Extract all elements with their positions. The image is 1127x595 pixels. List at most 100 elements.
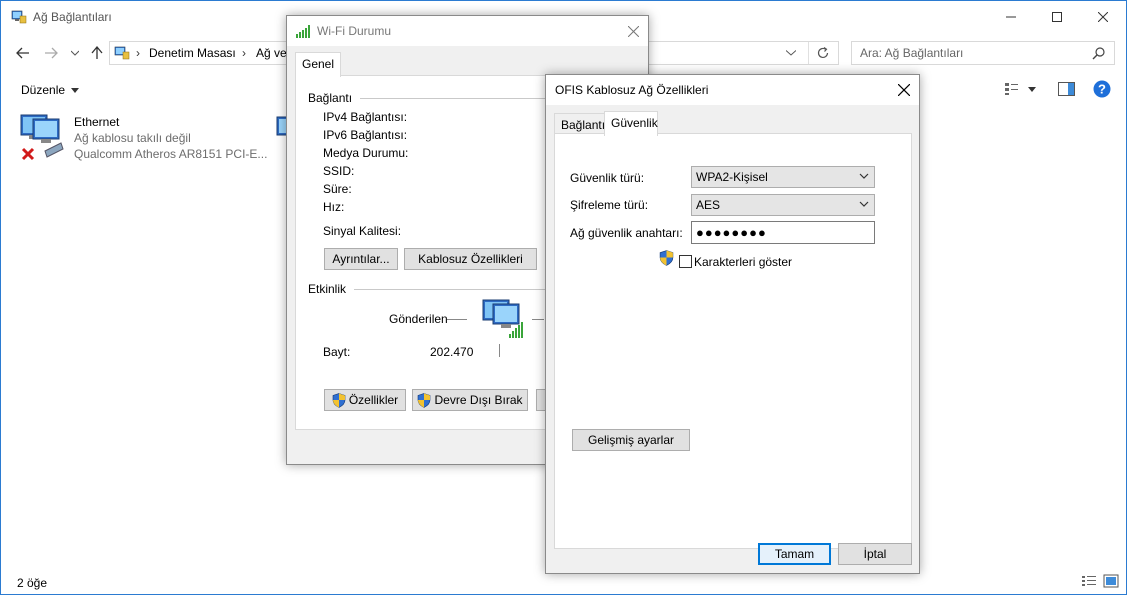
recent-locations-button[interactable] xyxy=(65,43,85,63)
refresh-icon[interactable] xyxy=(816,46,830,60)
item-adapter: Qualcomm Atheros AR8151 PCI-E... xyxy=(74,147,268,161)
ok-button[interactable]: Tamam xyxy=(758,543,831,565)
cancel-button[interactable]: İptal xyxy=(838,543,912,565)
item-status: Ağ kablosu takılı değil xyxy=(74,131,191,145)
uac-shield-icon xyxy=(659,250,674,266)
item-name: Ethernet xyxy=(74,115,120,129)
organize-button[interactable]: Düzenle xyxy=(21,83,80,97)
speed-label: Hız: xyxy=(323,200,345,214)
breadcrumb-separator-icon: › xyxy=(136,46,140,60)
security-type-value: WPA2-Kişisel xyxy=(696,170,768,184)
uac-shield-icon xyxy=(418,392,431,408)
breadcrumb-separator-icon: › xyxy=(242,46,246,60)
ipv6-label: IPv6 Bağlantısı: xyxy=(323,128,408,142)
preview-pane-icon[interactable] xyxy=(1058,82,1075,96)
help-icon[interactable]: ? xyxy=(1093,80,1111,98)
up-button[interactable] xyxy=(87,43,107,63)
control-panel-icon xyxy=(114,46,130,60)
search-input[interactable] xyxy=(852,42,1082,64)
show-characters-label: Karakterleri göster xyxy=(694,255,793,269)
divider xyxy=(808,42,809,64)
advanced-settings-label: Gelişmiş ayarlar xyxy=(587,433,674,447)
tab-connection[interactable]: Bağlantı xyxy=(554,113,605,135)
svg-text:?: ? xyxy=(1098,82,1106,97)
details-button[interactable]: Ayrıntılar... xyxy=(324,248,398,270)
encryption-type-select[interactable]: AES xyxy=(691,194,875,216)
window-title: Ağ Bağlantıları xyxy=(33,10,112,24)
status-item-count: 2 öğe xyxy=(17,576,48,590)
breadcrumb-network[interactable]: Ağ ve xyxy=(256,46,287,60)
show-characters-checkbox[interactable] xyxy=(679,255,692,268)
activity-section-label: Etkinlik xyxy=(308,282,347,296)
network-connections-icon xyxy=(11,10,27,24)
maximize-button[interactable] xyxy=(1034,1,1080,33)
search-box[interactable] xyxy=(851,41,1115,65)
tab-general[interactable]: Genel xyxy=(295,52,342,77)
security-panel: Güvenlik türü: WPA2-Kişisel Şifreleme tü… xyxy=(554,133,912,549)
details-button-label: Ayrıntılar... xyxy=(332,252,390,266)
divider xyxy=(499,344,500,357)
minimize-button[interactable] xyxy=(988,1,1034,33)
dialog-titlebar: Wi-Fi Durumu xyxy=(287,16,648,46)
view-options-arrow-icon[interactable] xyxy=(1028,87,1036,92)
dialog-title: Wi-Fi Durumu xyxy=(317,24,391,38)
minimize-icon xyxy=(1006,16,1016,18)
details-view-icon[interactable] xyxy=(1081,574,1097,588)
back-button[interactable] xyxy=(13,43,33,63)
advanced-settings-button[interactable]: Gelişmiş ayarlar xyxy=(572,429,690,451)
tab-security[interactable]: Güvenlik xyxy=(604,111,658,136)
chevron-down-icon[interactable] xyxy=(786,50,796,56)
uac-shield-icon xyxy=(332,392,346,408)
sent-label: Gönderilen xyxy=(389,312,448,326)
security-type-label: Güvenlik türü: xyxy=(570,171,645,185)
up-arrow-icon xyxy=(91,46,103,59)
bytes-sent-value: 202.470 xyxy=(430,345,474,359)
search-icon[interactable] xyxy=(1092,47,1105,60)
signal-quality-label: Sinyal Kalitesi: xyxy=(323,224,402,238)
chevron-down-icon xyxy=(859,173,869,179)
properties-button[interactable]: Özellikler xyxy=(324,389,406,411)
maximize-icon xyxy=(1052,12,1062,22)
chevron-down-icon xyxy=(71,50,79,56)
ipv4-label: IPv4 Bağlantısı: xyxy=(323,110,408,124)
cancel-button-label: İptal xyxy=(863,547,887,561)
divider xyxy=(532,319,544,320)
ssid-label: SSID: xyxy=(323,164,355,178)
close-button[interactable] xyxy=(1080,1,1126,33)
disconnected-x-icon xyxy=(21,147,35,161)
properties-button-label: Özellikler xyxy=(348,393,399,407)
dialog-titlebar: OFIS Kablosuz Ağ Özellikleri xyxy=(546,75,919,105)
encryption-type-label: Şifreleme türü: xyxy=(570,198,649,212)
breadcrumb-control-panel[interactable]: Denetim Masası xyxy=(149,46,236,60)
organize-label: Düzenle xyxy=(21,83,66,97)
signal-bars-icon xyxy=(296,25,310,38)
connection-section-label: Bağlantı xyxy=(308,91,353,105)
disable-button[interactable]: Devre Dışı Bırak xyxy=(412,389,528,411)
wireless-properties-button[interactable]: Kablosuz Özellikleri xyxy=(404,248,537,270)
network-key-field[interactable]: ●●●●●●●● xyxy=(691,221,875,244)
close-icon[interactable] xyxy=(628,26,639,37)
divider xyxy=(447,319,467,320)
forward-arrow-icon xyxy=(45,47,58,59)
dialog-title: OFIS Kablosuz Ağ Özellikleri xyxy=(555,83,709,97)
dropdown-arrow-icon xyxy=(71,88,80,94)
duration-label: Süre: xyxy=(323,182,352,196)
tab-strip: Genel xyxy=(295,52,642,77)
close-icon[interactable] xyxy=(898,84,910,96)
large-icons-view-icon[interactable] xyxy=(1103,574,1119,588)
back-arrow-icon xyxy=(16,47,29,59)
change-view-icon[interactable] xyxy=(1004,82,1020,96)
encryption-type-value: AES xyxy=(696,198,721,212)
list-item[interactable]: Ethernet Ağ kablosu takılı değil Qualcom… xyxy=(19,113,269,167)
network-computer-icon xyxy=(482,299,523,338)
close-icon xyxy=(1098,12,1108,22)
chevron-down-icon xyxy=(859,201,869,207)
security-type-select[interactable]: WPA2-Kişisel xyxy=(691,166,875,188)
wireless-properties-dialog: OFIS Kablosuz Ağ Özellikleri Bağlantı Gü… xyxy=(545,74,920,574)
media-state-label: Medya Durumu: xyxy=(323,146,409,160)
bytes-label: Bayt: xyxy=(323,345,351,359)
disable-button-label: Devre Dışı Bırak xyxy=(434,393,523,407)
network-key-label: Ağ güvenlik anahtarı: xyxy=(570,226,683,240)
wireless-properties-label: Kablosuz Özellikleri xyxy=(418,252,523,266)
forward-button[interactable] xyxy=(41,43,61,63)
